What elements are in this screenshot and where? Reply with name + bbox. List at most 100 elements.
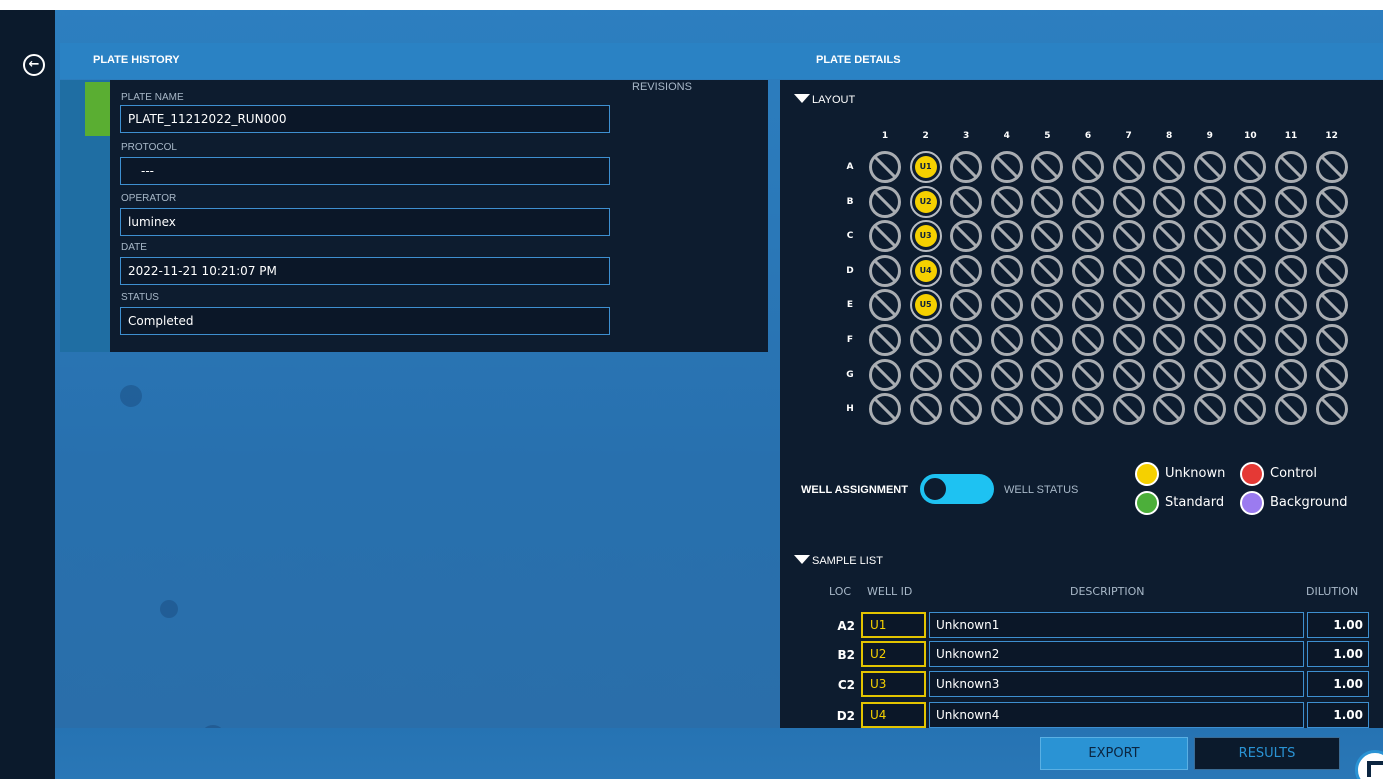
well-empty-icon[interactable] xyxy=(1112,220,1145,253)
well-empty-icon[interactable] xyxy=(1275,324,1307,356)
well-empty-icon[interactable] xyxy=(1112,324,1145,356)
well-empty-icon[interactable] xyxy=(1153,151,1186,183)
well-empty-icon[interactable] xyxy=(1112,151,1145,183)
well-empty-icon[interactable] xyxy=(1153,358,1186,391)
well-empty-icon[interactable] xyxy=(1234,358,1267,391)
sample-dilution[interactable]: 1.00 xyxy=(1307,612,1369,638)
sample-well-id[interactable]: U3 xyxy=(861,671,926,697)
well-empty-icon[interactable] xyxy=(1153,254,1186,287)
well-empty-icon[interactable] xyxy=(1153,324,1186,356)
well-empty-icon[interactable] xyxy=(950,185,983,218)
well-assigned[interactable]: U3 xyxy=(909,220,942,253)
well-empty-icon[interactable] xyxy=(1072,393,1104,426)
well-empty-icon[interactable] xyxy=(1275,393,1307,426)
well-empty-icon[interactable] xyxy=(1193,289,1226,322)
well-empty-icon[interactable] xyxy=(1193,220,1226,253)
well-assigned[interactable]: U4 xyxy=(909,254,942,287)
sample-well-id[interactable]: U4 xyxy=(861,702,926,728)
well-empty-icon[interactable] xyxy=(1275,254,1307,287)
date-field[interactable]: 2022-11-21 10:21:07 PM xyxy=(120,257,610,285)
sample-well-id[interactable]: U2 xyxy=(861,641,926,667)
well-empty-icon[interactable] xyxy=(869,393,901,426)
well-assigned[interactable]: U2 xyxy=(909,185,942,218)
sample-dilution[interactable]: 1.00 xyxy=(1307,702,1369,728)
well-empty-icon[interactable] xyxy=(1315,151,1348,183)
well-empty-icon[interactable] xyxy=(1112,289,1145,322)
sample-description[interactable]: Unknown4 xyxy=(929,702,1304,728)
back-arrow-icon[interactable]: ← xyxy=(23,54,45,76)
well-empty-icon[interactable] xyxy=(950,151,983,183)
well-empty-icon[interactable] xyxy=(990,185,1023,218)
well-empty-icon[interactable] xyxy=(1193,358,1226,391)
sample-dilution[interactable]: 1.00 xyxy=(1307,641,1369,667)
plate-name-field[interactable]: PLATE_11212022_RUN000 xyxy=(120,105,610,133)
well-empty-icon[interactable] xyxy=(1193,151,1226,183)
protocol-field[interactable]: --- xyxy=(120,157,610,185)
well-empty-icon[interactable] xyxy=(1315,289,1348,322)
well-empty-icon[interactable] xyxy=(1275,185,1307,218)
well-empty-icon[interactable] xyxy=(950,358,983,391)
well-empty-icon[interactable] xyxy=(1315,220,1348,253)
well-empty-icon[interactable] xyxy=(1275,358,1307,391)
well-empty-icon[interactable] xyxy=(1031,254,1064,287)
well-empty-icon[interactable] xyxy=(1315,254,1348,287)
well-empty-icon[interactable] xyxy=(1072,185,1104,218)
sample-description[interactable]: Unknown1 xyxy=(929,612,1304,638)
well-empty-icon[interactable] xyxy=(1031,185,1064,218)
well-empty-icon[interactable] xyxy=(1193,393,1226,426)
well-empty-icon[interactable] xyxy=(1112,185,1145,218)
well-assigned[interactable]: U1 xyxy=(909,151,942,183)
well-empty-icon[interactable] xyxy=(990,358,1023,391)
well-empty-icon[interactable] xyxy=(990,393,1023,426)
well-empty-icon[interactable] xyxy=(990,324,1023,356)
well-empty-icon[interactable] xyxy=(990,220,1023,253)
well-empty-icon[interactable] xyxy=(869,220,901,253)
well-empty-icon[interactable] xyxy=(1315,324,1348,356)
export-button[interactable]: EXPORT xyxy=(1040,737,1188,770)
sample-description[interactable]: Unknown3 xyxy=(929,671,1304,697)
well-empty-icon[interactable] xyxy=(1112,254,1145,287)
well-assigned[interactable]: U5 xyxy=(909,289,942,322)
well-view-toggle[interactable] xyxy=(920,474,994,504)
well-empty-icon[interactable] xyxy=(1234,254,1267,287)
results-button[interactable]: RESULTS xyxy=(1194,737,1340,770)
well-empty-icon[interactable] xyxy=(990,254,1023,287)
well-empty-icon[interactable] xyxy=(1072,324,1104,356)
well-empty-icon[interactable] xyxy=(1234,185,1267,218)
well-empty-icon[interactable] xyxy=(1112,358,1145,391)
well-empty-icon[interactable] xyxy=(1275,220,1307,253)
well-empty-icon[interactable] xyxy=(990,151,1023,183)
sample-well-id[interactable]: U1 xyxy=(861,612,926,638)
well-empty-icon[interactable] xyxy=(909,324,942,356)
well-empty-icon[interactable] xyxy=(869,358,901,391)
sample-list-section-toggle[interactable]: SAMPLE LIST xyxy=(794,555,883,567)
layout-section-toggle[interactable]: LAYOUT xyxy=(794,94,855,106)
well-empty-icon[interactable] xyxy=(950,324,983,356)
well-empty-icon[interactable] xyxy=(950,254,983,287)
well-empty-icon[interactable] xyxy=(990,289,1023,322)
well-empty-icon[interactable] xyxy=(1031,358,1064,391)
well-empty-icon[interactable] xyxy=(1112,393,1145,426)
well-empty-icon[interactable] xyxy=(1315,393,1348,426)
sample-description[interactable]: Unknown2 xyxy=(929,641,1304,667)
well-empty-icon[interactable] xyxy=(1072,254,1104,287)
selected-revision-marker[interactable] xyxy=(85,82,110,136)
status-field[interactable]: Completed xyxy=(120,307,610,335)
well-empty-icon[interactable] xyxy=(1275,151,1307,183)
operator-field[interactable]: luminex xyxy=(120,208,610,236)
well-empty-icon[interactable] xyxy=(1193,254,1226,287)
well-empty-icon[interactable] xyxy=(1193,185,1226,218)
well-empty-icon[interactable] xyxy=(869,324,901,356)
well-empty-icon[interactable] xyxy=(1072,151,1104,183)
well-empty-icon[interactable] xyxy=(1315,185,1348,218)
well-empty-icon[interactable] xyxy=(1153,185,1186,218)
well-empty-icon[interactable] xyxy=(869,151,901,183)
well-empty-icon[interactable] xyxy=(909,393,942,426)
sample-dilution[interactable]: 1.00 xyxy=(1307,671,1369,697)
well-empty-icon[interactable] xyxy=(869,254,901,287)
well-empty-icon[interactable] xyxy=(1072,358,1104,391)
well-empty-icon[interactable] xyxy=(1315,358,1348,391)
well-empty-icon[interactable] xyxy=(869,185,901,218)
well-empty-icon[interactable] xyxy=(1193,324,1226,356)
well-empty-icon[interactable] xyxy=(909,358,942,391)
